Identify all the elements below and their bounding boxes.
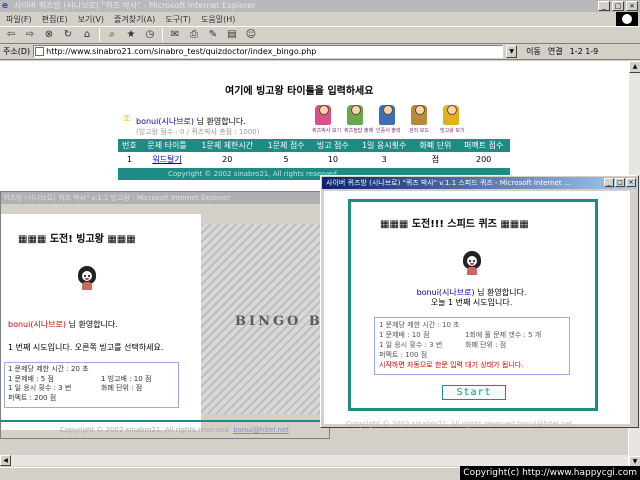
address-dropdown-button[interactable]: ▼ (506, 45, 518, 58)
menu-favorites[interactable]: 즐겨찾기(A) (114, 14, 155, 25)
quiz-table: 번호 문제 타이틀 1문제 제한시간 1문제 점수 빙고 점수 1일 응시횟수 … (118, 139, 510, 166)
cell-daily: 3 (381, 154, 387, 164)
speed-close-button[interactable]: × (626, 178, 636, 187)
start-button[interactable]: Start (442, 385, 506, 400)
toolbar: ⇦ ⇨ ⊗ ↻ ⌂ ⌕ ★ ◷ ✉ ⎙ ✎ ▤ ☺ (0, 26, 640, 44)
forward-icon[interactable]: ⇨ (23, 28, 37, 42)
quiz-answer-icon[interactable]: 퀴즈정답 출제 (344, 105, 373, 134)
cell-unit: 점 (431, 154, 440, 164)
speed-user-name: bonui(시나브로) (416, 288, 475, 297)
cell-time: 20 (222, 154, 233, 164)
speed-copyright: Copyright © 2002 sinabro21, All rights r… (346, 420, 573, 428)
speed-warning: 시작하면 자동으로 한문 입력 대기 상태가 됩니다. (379, 361, 524, 369)
bingo-window-title: 퀴즈방 (시나브로) 퀴즈 박사" v.1.1 빙고왕 - Microsoft … (1, 192, 331, 204)
home-icon[interactable]: ⌂ (80, 28, 94, 42)
edit-icon[interactable]: ✎ (206, 28, 220, 42)
menu-edit[interactable]: 편집(E) (42, 14, 68, 25)
quiz-title-link[interactable]: 워드탈기 (152, 155, 181, 164)
mail-icon[interactable]: ✉ (168, 28, 182, 42)
col-header: 1일 응시횟수 (354, 139, 414, 152)
speed-today-info: 오늘 1 번째 시도입니다. (430, 298, 513, 307)
scroll-up-icon[interactable]: ▲ (629, 61, 640, 73)
col-header: 번호 (118, 139, 141, 152)
bingo-rules-box: 1 문제당 제한 시간 : 20 초 1 문제배 : 5 점1 빙고배 : 10… (4, 362, 179, 408)
user-name: bonui(시나브로) (136, 117, 195, 126)
refresh-icon[interactable]: ↻ (61, 28, 75, 42)
menu-help[interactable]: 도움말(H) (201, 14, 235, 25)
col-header: 문제 타이틀 (140, 139, 194, 152)
cell-perfect: 200 (476, 154, 492, 164)
girl-mascot-icon (76, 266, 98, 290)
speed-maximize-button[interactable]: □ (615, 178, 625, 187)
cell-score: 5 (283, 154, 289, 164)
bingo-user-name: bonui(시나브로) (8, 320, 67, 329)
col-header: 1문제 점수 (261, 139, 312, 152)
speed-heading: ▦▦▦ 도전!!! 스피드 퀴즈 ▦▦▦ (380, 219, 529, 230)
windows-flag-icon (616, 12, 638, 26)
col-header: 1문제 제한시간 (193, 139, 262, 152)
bingo-king-icon[interactable]: 빙고왕 보기 (440, 105, 465, 134)
icon-menu: 퀴즈박사 보기 퀴즈정답 출제 인증서 출력 관리 모드 빙고왕 보기 (312, 105, 465, 134)
user-key-icon: ⚿ (124, 114, 131, 123)
maximize-button[interactable]: □ (612, 1, 624, 11)
admin-icon[interactable]: 관리 모드 (408, 105, 430, 134)
back-icon[interactable]: ⇦ (4, 28, 18, 42)
close-button[interactable]: × (626, 1, 638, 11)
print-icon[interactable]: ⎙ (187, 28, 201, 42)
go-button[interactable]: 이동 (526, 46, 541, 57)
menu-view[interactable]: 보기(V) (78, 14, 104, 25)
ie-logo-icon: e (2, 1, 9, 11)
bingo-copyright: Copyright © 2002 sinabro21, All rights r… (60, 426, 289, 434)
watermark-banner: Copyright(c) http://www.happycgi.com (460, 466, 640, 480)
main-window-titlebar: e 사이버 퀴즈방 (시나브로) "퀴즈 박사" - Microsoft Int… (0, 0, 640, 12)
links-extra[interactable]: 1-2 1-9 (570, 47, 599, 56)
col-header: 화폐 단위 (413, 139, 458, 152)
speed-window-title: 사이버 퀴즈방 (시나브로) "퀴즈 박사" v.1.1 스피드 퀴즈 - Mi… (326, 179, 571, 187)
col-header: 퍼펙트 점수 (457, 139, 510, 152)
history-icon[interactable]: ◷ (143, 28, 157, 42)
bingo-image-text: BINGO B (235, 314, 323, 329)
address-input[interactable]: http://www.sinabro21.com/sinabro_test/qu… (33, 45, 504, 58)
speed-girl-mascot-icon (461, 251, 483, 275)
certificate-icon[interactable]: 인증서 출력 (376, 105, 401, 134)
cell-no: 1 (126, 154, 132, 164)
speed-minimize-button[interactable]: _ (604, 178, 614, 187)
scroll-left-icon[interactable]: ◀ (0, 455, 11, 466)
stop-icon[interactable]: ⊗ (42, 28, 56, 42)
bingo-info: 1 번째 시도입니다. 오른쪽 빙고를 선택하세요. (8, 343, 164, 352)
horizontal-scrollbar[interactable]: ◀ (0, 455, 628, 466)
menu-bar: 파일(F) 편집(E) 보기(V) 즐겨찾기(A) 도구(T) 도움말(H) (0, 12, 640, 26)
col-header: 빙고 점수 (311, 139, 355, 152)
bingo-welcome: bonui(시나브로) 님 환영합니다. (8, 320, 118, 329)
discuss-icon[interactable]: ▤ (225, 28, 239, 42)
user-score: (빙고왕 점수 : 0 / 퀴즈박사 총점 : 1000) (136, 128, 260, 136)
quiz-doctor-icon[interactable]: 퀴즈박사 보기 (312, 105, 341, 134)
address-bar: 주소(D) http://www.sinabro21.com/sinabro_t… (0, 44, 640, 60)
page-title: 여기에 빙고왕 타이틀을 입력하세요 (225, 86, 374, 97)
search-icon[interactable]: ⌕ (105, 28, 119, 42)
menu-file[interactable]: 파일(F) (6, 14, 32, 25)
bingo-email-link[interactable]: bonui@hitel.net (233, 426, 289, 434)
bingo-heading: ▦▦▦ 도전! 빙고왕 ▦▦▦ (18, 234, 136, 245)
minimize-button[interactable]: _ (598, 1, 610, 11)
main-window-title: 사이버 퀴즈방 (시나브로) "퀴즈 박사" - Microsoft Inter… (14, 1, 256, 10)
cell-bingo: 10 (327, 154, 338, 164)
speed-window-titlebar: 사이버 퀴즈방 (시나브로) "퀴즈 박사" v.1.1 스피드 퀴즈 - Mi… (322, 177, 637, 189)
address-label: 주소(D) (3, 47, 31, 56)
speed-rules-box: 1 문제당 제한 시간 : 10 초 1 문제배 : 10 점 1회에 풀 문제 … (374, 317, 570, 375)
messenger-icon[interactable]: ☺ (244, 28, 258, 42)
address-url: http://www.sinabro21.com/sinabro_test/qu… (46, 47, 317, 56)
links-label[interactable]: 연결 (548, 46, 563, 57)
user-greeting: bonui(시나브로) 님 환영합니다. (136, 117, 246, 126)
page-icon (35, 47, 45, 56)
table-row: 1 워드탈기 20 5 10 3 점 200 (118, 152, 510, 166)
favorites-icon[interactable]: ★ (124, 28, 138, 42)
menu-tools[interactable]: 도구(T) (165, 14, 191, 25)
bingo-board-image[interactable]: BINGO B (201, 224, 331, 414)
